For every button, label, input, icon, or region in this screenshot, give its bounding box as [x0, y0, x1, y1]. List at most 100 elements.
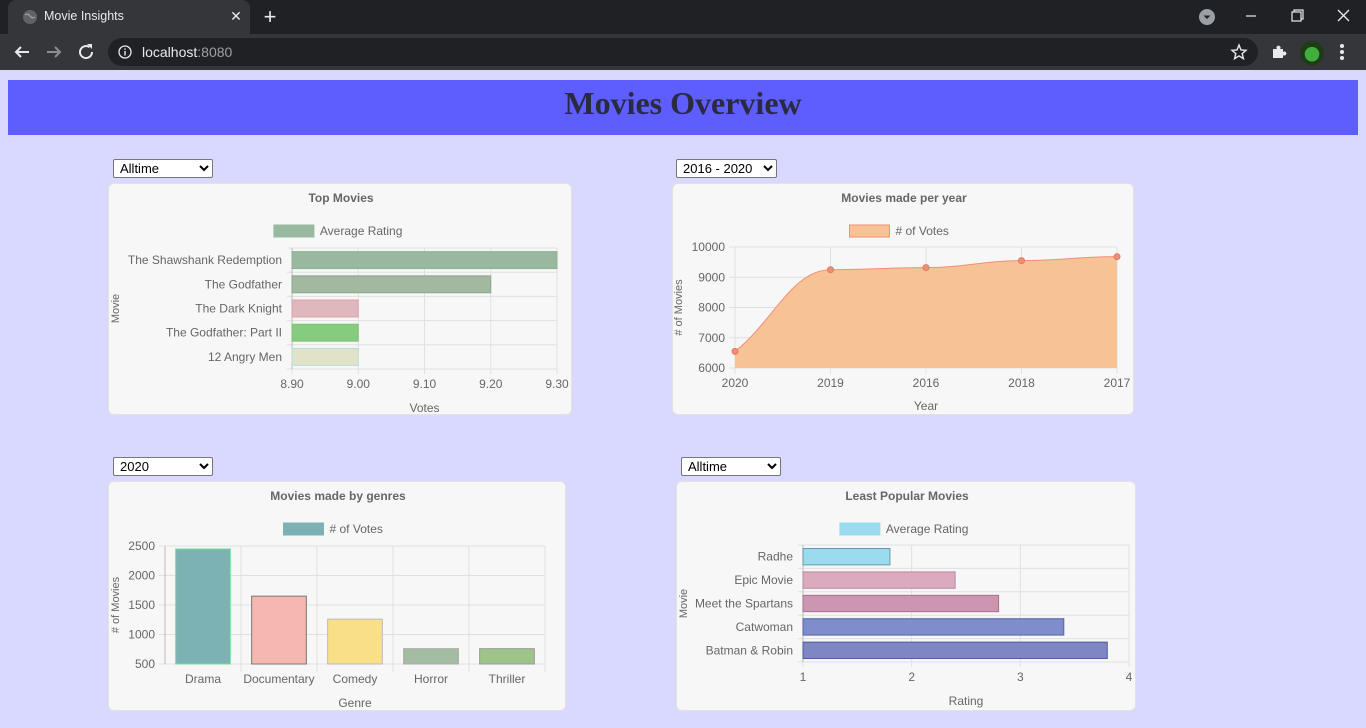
bar	[291, 323, 359, 342]
x-tick-label: Thriller	[489, 672, 526, 686]
x-tick-label: 2019	[817, 376, 844, 390]
x-tick-label: 2016	[913, 376, 940, 390]
data-point	[1113, 253, 1121, 261]
x-axis-label: Votes	[409, 401, 439, 415]
bar	[802, 548, 891, 566]
y-tick-label: Batman & Robin	[706, 643, 793, 657]
y-tick-label: 6000	[698, 361, 725, 375]
bar	[251, 595, 307, 665]
legend-label: Average Rating	[320, 224, 403, 238]
bar	[479, 648, 535, 665]
x-axis-label: Year	[914, 399, 938, 413]
chart-title: Top Movies	[308, 191, 373, 205]
extensions-puzzle-icon[interactable]	[1270, 43, 1288, 61]
legend-swatch	[839, 522, 881, 536]
y-tick-label: 10000	[692, 240, 726, 254]
x-tick-label: 3	[1017, 670, 1024, 684]
least-popular-chart: Least Popular Movies Average Rating 1 2 3 4 Ra…	[678, 489, 1133, 708]
page-content: Movies Overview Alltime 2016 - 2020 2020…	[0, 70, 1366, 728]
reload-icon[interactable]	[74, 40, 98, 64]
tab-strip: Movie Insights ✕ +	[0, 0, 1366, 34]
bar	[802, 594, 1000, 613]
x-tick-label: 8.90	[280, 377, 304, 391]
movies-per-year-chart: Movies made per year # of Votes 10000 9000 8…	[673, 191, 1131, 413]
x-tick-label: Documentary	[243, 672, 314, 686]
x-tick-label: 2018	[1008, 376, 1035, 390]
browser-tab[interactable]: Movie Insights ✕	[8, 0, 250, 34]
movies-by-genre-card: Movies made by genres # of Votes 2500 2000 1…	[108, 481, 566, 711]
data-point	[827, 266, 834, 274]
y-tick-label: Meet the Spartans	[695, 597, 793, 611]
x-axis-label: Rating	[949, 694, 984, 708]
y-axis-label: Movie	[678, 589, 690, 618]
x-tick-label: Horror	[414, 672, 448, 686]
forward-icon[interactable]	[42, 40, 66, 64]
bar	[291, 251, 558, 270]
bar	[802, 641, 1108, 659]
x-tick-label: 2	[908, 670, 915, 684]
y-tick-label: Catwoman	[736, 620, 793, 634]
x-tick-label: 9.00	[347, 377, 371, 391]
data-point	[731, 347, 739, 355]
x-tick-label: Comedy	[333, 672, 378, 686]
legend-swatch	[273, 224, 315, 238]
bar	[175, 548, 231, 665]
y-tick-label: 7000	[698, 331, 725, 345]
least-popular-period-select[interactable]: Alltime	[681, 457, 781, 476]
back-icon[interactable]	[10, 40, 34, 64]
y-tick-label: The Godfather: Part II	[166, 326, 282, 340]
top-movies-chart: Top Movies Average Rating 8.90 9.00 9.10 9.20…	[110, 191, 569, 415]
tab-title: Movie Insights	[44, 9, 124, 23]
y-tick-label: 8000	[698, 301, 725, 315]
y-tick-label: 2000	[128, 569, 155, 583]
y-tick-label: 9000	[698, 270, 725, 284]
data-point	[922, 264, 930, 272]
minimize-icon[interactable]	[1238, 4, 1264, 28]
x-tick-label: 9.20	[479, 377, 503, 391]
chart-title: Movies made by genres	[270, 489, 406, 503]
y-axis-label: Movie	[110, 294, 122, 323]
chart-title: Movies made per year	[841, 191, 967, 205]
genres-year-select[interactable]: 2020	[113, 457, 213, 476]
bookmark-star-icon[interactable]	[1230, 43, 1248, 61]
address-bar[interactable]: localhost:8080	[108, 38, 1258, 66]
header-banner: Movies Overview	[8, 80, 1358, 135]
new-tab-icon[interactable]: +	[258, 5, 282, 29]
close-window-icon[interactable]	[1330, 4, 1356, 28]
restore-icon[interactable]	[1284, 4, 1310, 28]
x-tick-label: 2017	[1104, 376, 1131, 390]
tab-search-icon[interactable]	[1198, 8, 1216, 26]
close-tab-icon[interactable]: ✕	[227, 7, 245, 25]
url-host: localhost	[142, 44, 198, 60]
x-tick-label: Drama	[185, 672, 221, 686]
y-tick-label: 1000	[128, 628, 155, 642]
least-popular-card: Least Popular Movies Average Rating 1 2 3 4 Ra…	[676, 481, 1136, 711]
bar	[327, 618, 383, 665]
page-title: Movies Overview	[564, 85, 802, 121]
y-tick-label: Epic Movie	[734, 573, 793, 587]
info-icon[interactable]	[118, 45, 132, 59]
movies-per-year-card: Movies made per year # of Votes 10000 9000 8…	[672, 183, 1134, 415]
profile-avatar[interactable]	[1300, 41, 1324, 65]
legend-swatch	[849, 224, 890, 238]
url-text: localhost:8080	[142, 44, 232, 60]
per-year-range-select[interactable]: 2016 - 2020	[676, 159, 777, 178]
legend-label: # of Votes	[330, 522, 383, 536]
bar	[291, 347, 359, 366]
x-tick-label: 2020	[722, 376, 749, 390]
y-tick-label: 2500	[128, 539, 155, 553]
top-movies-period-select[interactable]: Alltime	[113, 159, 213, 178]
x-tick-label: 1	[800, 670, 807, 684]
x-axis-label: Genre	[338, 696, 372, 710]
browser-menu-icon[interactable]	[1336, 42, 1348, 62]
bar	[291, 299, 359, 318]
bar	[291, 275, 492, 294]
bar	[802, 618, 1065, 636]
data-point	[1018, 257, 1025, 265]
x-tick-label: 9.30	[545, 377, 569, 391]
y-tick-label: The Dark Knight	[195, 302, 282, 316]
url-port: :8080	[197, 44, 233, 60]
x-tick-label: 9.10	[413, 377, 437, 391]
legend-swatch	[283, 522, 324, 536]
movies-by-genre-chart: Movies made by genres # of Votes 2500 2000 1…	[110, 489, 546, 710]
